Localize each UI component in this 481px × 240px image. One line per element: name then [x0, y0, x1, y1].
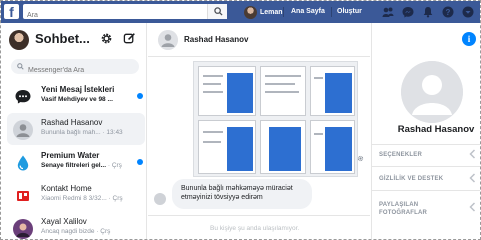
chat-peer-name: Rashad Hasanov [184, 35, 249, 44]
facebook-top-bar: f Leman Ana Sayfa Oluştur ? [1, 1, 480, 23]
screenshot-thumbnail [310, 66, 355, 116]
search-icon [214, 7, 223, 16]
unread-dot [137, 159, 143, 165]
composer-status-text: Bu kişiye şu anda ulaşılamıyor. [210, 225, 300, 232]
conversation-item[interactable]: Premium Water Senaye filtreleri gel... ·… [7, 146, 145, 178]
notifications-icon[interactable] [422, 6, 434, 18]
avatar [13, 120, 33, 140]
avatar [154, 193, 166, 205]
profile-link[interactable]: Leman [244, 5, 283, 19]
conversation-snippet: Senaye filtreleri gel... · Çrş [41, 162, 122, 169]
messenger-page: f Leman Ana Sayfa Oluştur ? Sohbet... [0, 0, 481, 240]
divider [372, 166, 480, 167]
conversation-name: Yeni Mesaj İstekleri [41, 85, 115, 94]
divider [372, 190, 480, 191]
chevron-left-icon[interactable] [469, 149, 476, 159]
screenshot-thumbnail [260, 66, 306, 116]
incoming-message: Bununla bağlı məhkəməyə müraciət etməyin… [172, 179, 312, 209]
screenshot-thumbnail [198, 120, 256, 174]
compose-icon[interactable] [123, 32, 136, 45]
screenshot-thumbnail [310, 120, 355, 174]
conversation-time: · Çrş [96, 228, 111, 235]
info-icon[interactable]: i [462, 32, 476, 46]
chat-panel: Rashad Hasanov Bununla bağlı məhkəməyə m… [148, 23, 370, 239]
avatar [244, 5, 257, 19]
friend-requests-icon[interactable] [382, 6, 394, 18]
conversation-time: · 13:43 [102, 129, 123, 136]
home-link[interactable]: Ana Sayfa [291, 8, 325, 15]
messenger-search [11, 59, 139, 78]
facebook-logo[interactable]: f [4, 4, 19, 20]
messages-icon[interactable] [402, 6, 414, 18]
facebook-search-input[interactable] [23, 8, 203, 23]
screenshot-thumbnail [260, 120, 306, 174]
conversation-name: Kontakt Home [41, 184, 92, 193]
water-drop-logo-icon [13, 153, 33, 173]
svg-text:?: ? [446, 8, 451, 17]
avatar [13, 219, 33, 239]
conversation-time: · Çrş [108, 195, 123, 202]
conversation-name: Premium Water [41, 151, 100, 160]
conversation-sidebar: Sohbet... Yeni Mesaj İstekleri Vasif Meh… [1, 23, 147, 239]
message-composer: Bu kişiye şu anda ulaşılamıyor. [148, 215, 370, 239]
conversation-item[interactable]: Rashad Hasanov Bununla bağlı mah... · 13… [7, 113, 145, 145]
gear-icon[interactable] [100, 32, 113, 45]
help-icon[interactable]: ? [442, 6, 454, 18]
conversation-time: · Çrş [107, 162, 122, 169]
avatar[interactable] [158, 30, 178, 50]
page-title: Sohbet... [35, 31, 90, 46]
messenger-search-input[interactable] [11, 63, 121, 78]
avatar [401, 61, 463, 123]
chat-header: Rashad Hasanov [148, 23, 370, 57]
chevron-left-icon[interactable] [469, 202, 476, 212]
privacy-support-section[interactable]: GİZLİLİK VE DESTEK [379, 175, 443, 183]
avatar[interactable] [9, 30, 29, 50]
details-panel: i Rashad Hasanov SEÇENEKLER GİZLİLİK VE … [371, 23, 480, 239]
divider [331, 7, 332, 17]
search-icon [17, 63, 24, 70]
message-requests-icon [15, 90, 31, 104]
conversation-snippet: Xiaomi Redmi 8 3/32... · Çrş [41, 195, 123, 202]
account-menu-icon[interactable] [462, 6, 474, 18]
sidebar-header: Sohbet... [1, 23, 147, 55]
conversation-name: Xayal Xalilov [41, 217, 87, 226]
unread-dot [137, 93, 143, 99]
conversation-name: Rashad Hasanov [41, 118, 103, 127]
shared-screenshot-image[interactable] [193, 61, 358, 177]
profile-name: Leman [260, 8, 283, 16]
details-name: Rashad Hasanov [397, 124, 475, 135]
screenshot-thumbnail [198, 66, 256, 116]
shared-photos-section[interactable]: PAYLAŞILAN FOTOĞRAFLAR [379, 201, 449, 217]
conversation-item[interactable]: Kontakt Home Xiaomi Redmi 8 3/32... · Çr… [7, 179, 145, 211]
create-link[interactable]: Oluştur [337, 8, 362, 15]
options-section[interactable]: SEÇENEKLER [379, 151, 422, 159]
facebook-search [23, 4, 227, 23]
conversation-snippet: Bununla bağlı mah... · 13:43 [41, 129, 123, 136]
conversation-item[interactable]: Yeni Mesaj İstekleri Vasif Mehdiyev ve 9… [7, 80, 145, 112]
store-logo-icon [13, 186, 33, 206]
conversation-snippet: Ancaq nagdi bizde · Çrş [41, 228, 111, 235]
divider [283, 7, 284, 17]
gear-icon[interactable] [357, 155, 364, 162]
conversation-item[interactable]: Xayal Xalilov Ancaq nagdi bizde · Çrş [7, 212, 145, 239]
conversation-snippet: Vasif Mehdiyev ve 98 ... [41, 96, 113, 103]
divider [372, 144, 480, 145]
search-button[interactable] [207, 4, 227, 19]
chevron-left-icon[interactable] [469, 173, 476, 183]
